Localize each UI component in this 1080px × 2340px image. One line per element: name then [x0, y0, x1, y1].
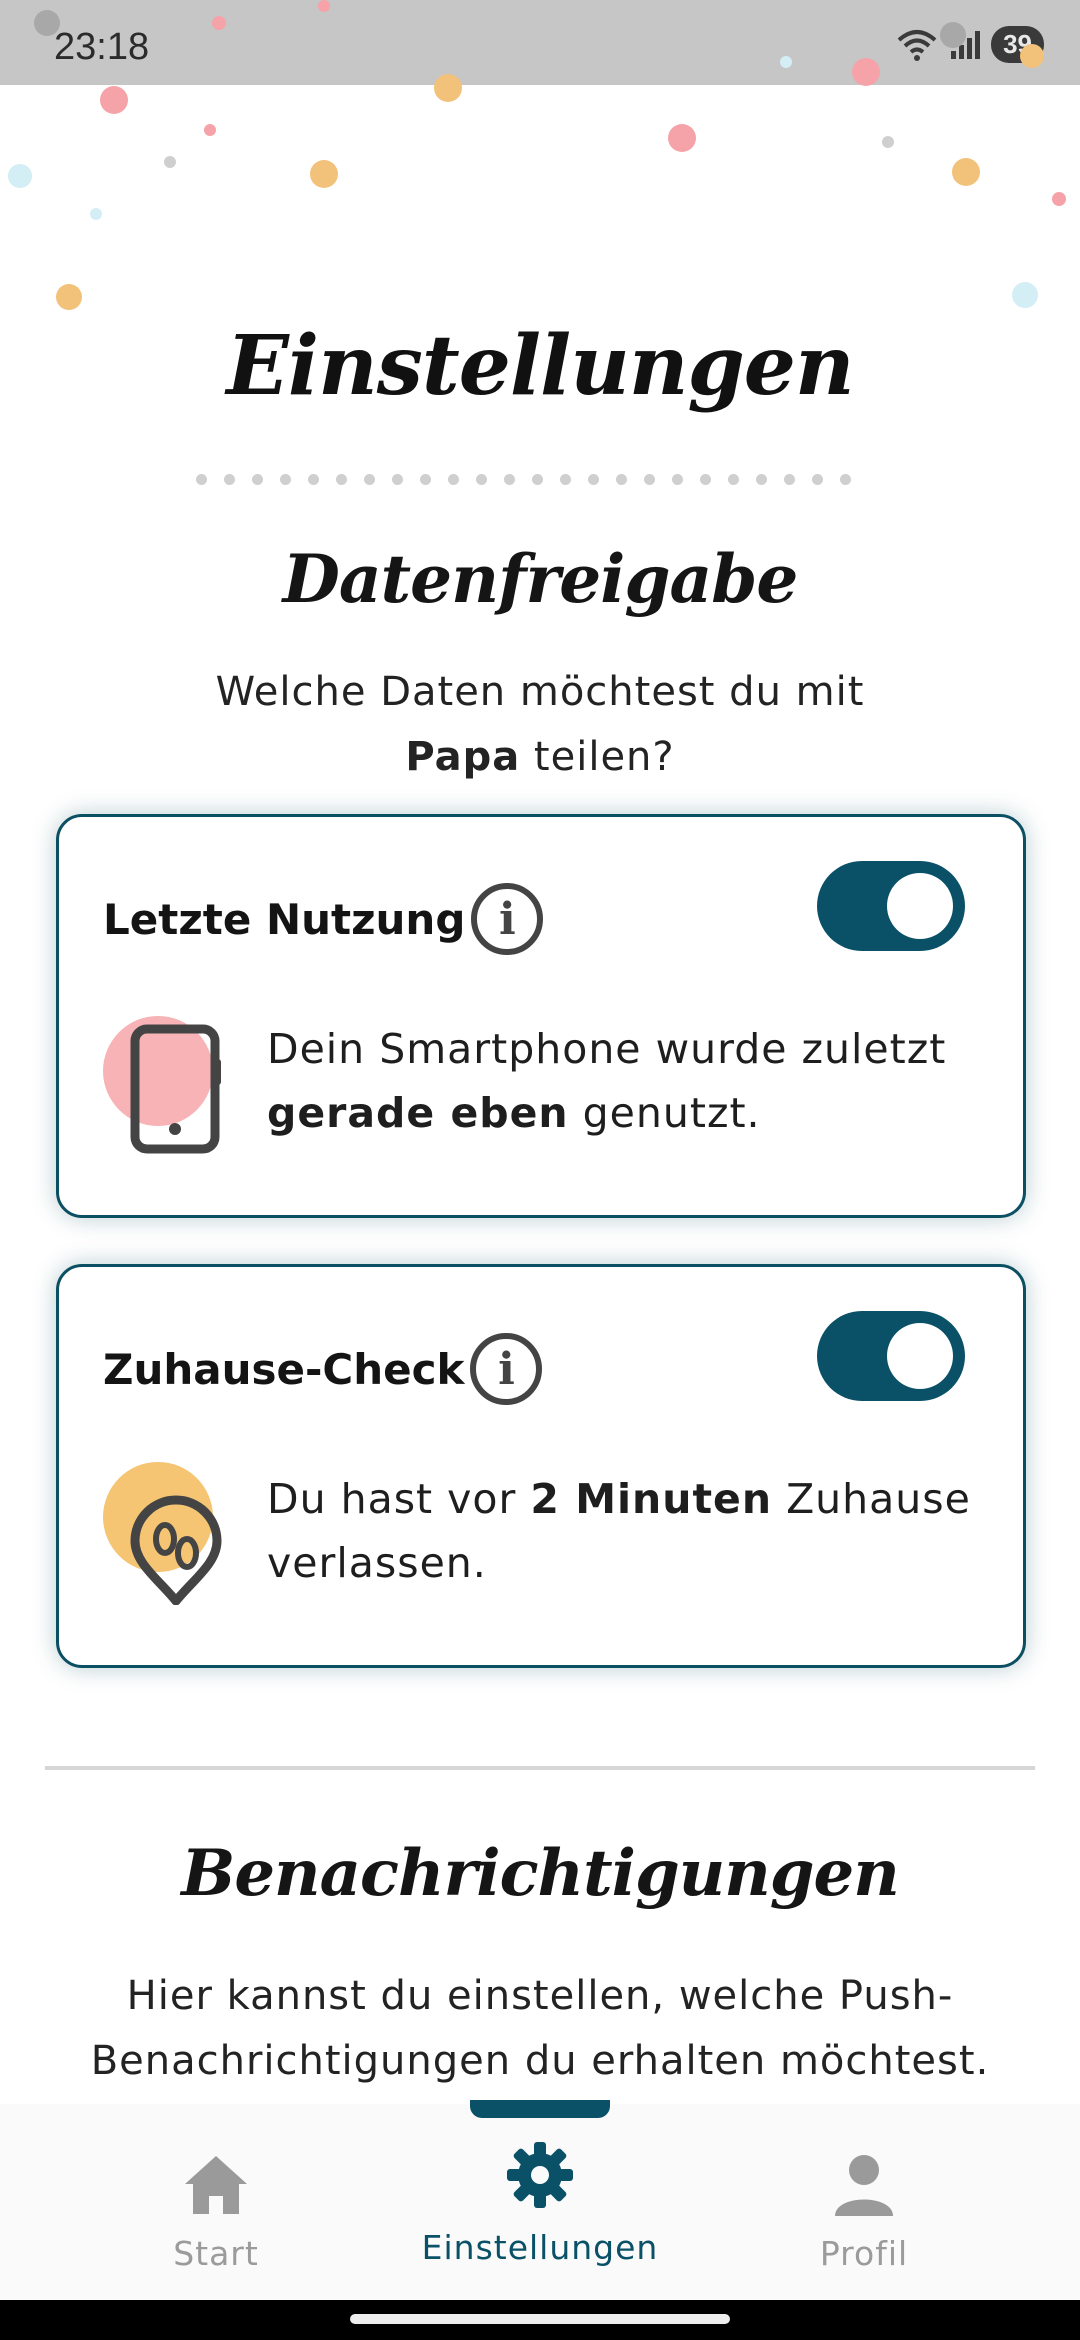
confetti-dot	[90, 208, 102, 220]
confetti-dot	[100, 86, 128, 114]
home-gesture-handle[interactable]	[350, 2314, 730, 2324]
status-bar: 23:18 39	[0, 0, 1080, 85]
last-usage-text-prefix: Dein Smartphone wurde zuletzt	[267, 1025, 947, 1073]
home-check-toggle[interactable]	[817, 1311, 965, 1401]
confetti-dot	[318, 0, 330, 12]
notifications-title: Benachrichtigungen	[181, 1836, 900, 1911]
confetti-dot	[434, 74, 462, 102]
shared-person-name: Papa	[405, 734, 521, 780]
confetti-dot	[1020, 44, 1044, 68]
home-icon	[185, 2156, 247, 2214]
confetti-dot	[1052, 192, 1066, 206]
confetti-dot	[8, 164, 32, 188]
toggle-knob	[887, 1323, 953, 1389]
last-usage-card: Letzte Nutzung i Dein Smartphone wurde z…	[56, 814, 1026, 1218]
confetti-dot	[56, 284, 82, 310]
data-sharing-question: Welche Daten möchtest du mit Papa teilen…	[0, 660, 1080, 790]
confetti-dot	[212, 16, 226, 30]
footprints-pin-icon	[103, 1462, 222, 1605]
nav-label-settings: Einstellungen	[421, 2228, 659, 2267]
confetti-dot	[204, 124, 216, 136]
system-gesture-bar	[0, 2300, 1080, 2340]
section-divider	[45, 1766, 1035, 1770]
bottom-navigation: Start Einstellungen Profil	[0, 2100, 1080, 2300]
confetti-dot	[310, 160, 338, 188]
home-check-title: Zuhause-Check	[103, 1344, 465, 1394]
home-check-text: Du hast vor 2 Minuten Zuhause verlassen.	[267, 1467, 987, 1595]
last-usage-toggle[interactable]	[817, 861, 965, 951]
home-check-card: Zuhause-Check i Du hast vor 2 Minuten Zu…	[56, 1264, 1026, 1668]
question-line-2: Papa teilen?	[0, 725, 1080, 790]
card-title-row: Zuhause-Check i	[103, 1333, 543, 1405]
confetti-dot	[780, 56, 792, 68]
last-usage-text-suffix: genutzt.	[568, 1089, 761, 1137]
home-check-value: 2 Minuten	[530, 1475, 773, 1523]
status-time: 23:18	[54, 26, 150, 68]
question-line-1: Welche Daten möchtest du mit	[215, 669, 865, 715]
question-suffix: teilen?	[520, 734, 675, 780]
toggle-knob	[887, 873, 953, 939]
nav-item-settings[interactable]: Einstellungen	[390, 2104, 690, 2300]
dotted-divider	[196, 474, 851, 485]
confetti-dot	[34, 10, 60, 36]
confetti-dot	[852, 58, 880, 86]
smartphone-icon	[103, 1016, 221, 1154]
confetti-dot	[1012, 282, 1038, 308]
confetti-dot	[164, 156, 176, 168]
page-title: Einstellungen	[226, 318, 854, 414]
person-icon	[835, 2155, 893, 2216]
last-usage-text: Dein Smartphone wurde zuletzt gerade ebe…	[267, 1017, 987, 1145]
nav-label-start: Start	[173, 2234, 259, 2273]
last-usage-title: Letzte Nutzung	[103, 894, 466, 944]
confetti-dot	[952, 158, 980, 186]
gear-icon	[507, 2142, 573, 2208]
card-title-row: Letzte Nutzung i	[103, 883, 544, 955]
nav-item-start[interactable]: Start	[66, 2104, 366, 2300]
notifications-description: Hier kannst du einstellen, welche Push-B…	[90, 1973, 990, 2084]
info-icon[interactable]: i	[471, 883, 544, 955]
last-usage-value: gerade eben	[267, 1089, 569, 1137]
data-sharing-title: Datenfreigabe	[282, 540, 799, 618]
nav-item-profile[interactable]: Profil	[714, 2104, 1014, 2300]
nav-label-profile: Profil	[819, 2234, 909, 2273]
confetti-dot	[940, 22, 966, 48]
wifi-icon	[897, 29, 937, 61]
confetti-dot	[882, 136, 894, 148]
info-icon[interactable]: i	[470, 1333, 543, 1405]
confetti-dot	[668, 124, 696, 152]
home-check-text-prefix: Du hast vor	[267, 1475, 531, 1523]
